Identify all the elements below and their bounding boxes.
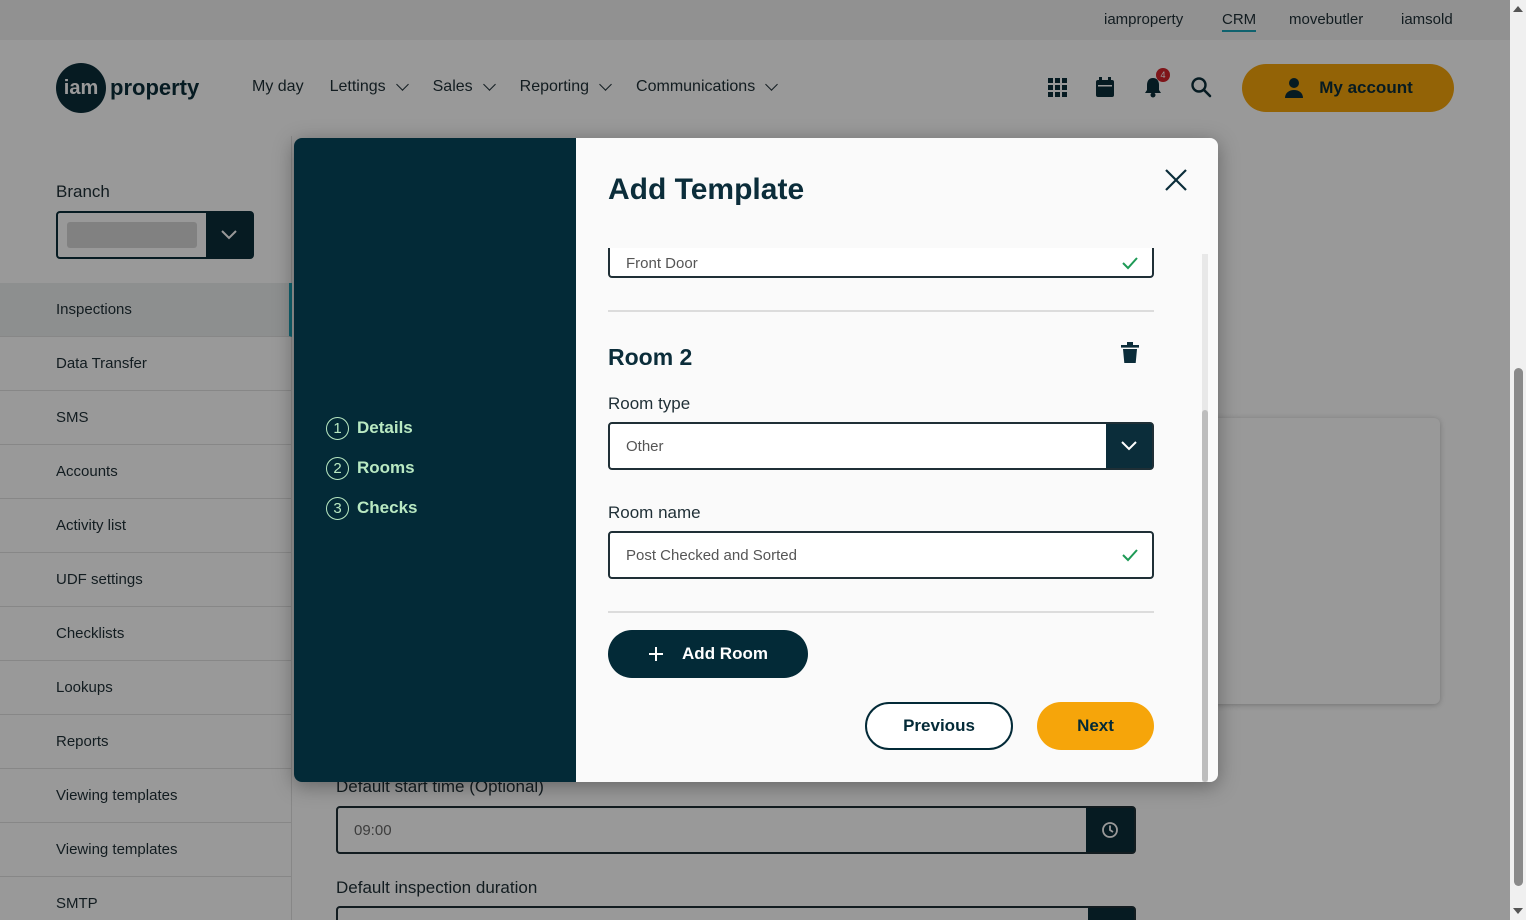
add-room-label: Add Room bbox=[682, 644, 768, 663]
room-2-heading: Room 2 bbox=[608, 344, 693, 370]
step-label: Details bbox=[357, 418, 413, 437]
room-name-input[interactable]: Post Checked and Sorted bbox=[608, 531, 1154, 579]
room-divider bbox=[608, 611, 1154, 613]
room-type-label: Room type bbox=[608, 394, 691, 413]
modal-scrollbar[interactable] bbox=[1202, 254, 1208, 782]
plus-icon bbox=[649, 647, 664, 661]
step-number: 3 bbox=[326, 496, 349, 520]
step-rooms[interactable]: 2 Rooms bbox=[326, 448, 417, 488]
step-label: Rooms bbox=[357, 458, 415, 477]
room-1-name-field[interactable]: Front Door bbox=[608, 248, 1154, 278]
room-divider bbox=[608, 310, 1154, 312]
add-room-button[interactable]: Add Room bbox=[608, 630, 808, 678]
room-1-name-value: Front Door bbox=[626, 254, 698, 272]
step-number: 2 bbox=[326, 456, 349, 480]
modal-steps-panel: 1 Details 2 Rooms 3 Checks bbox=[294, 138, 576, 782]
modal-title: Add Template bbox=[608, 173, 805, 206]
add-template-modal: 1 Details 2 Rooms 3 Checks Add Template Fro… bbox=[294, 138, 1218, 782]
delete-room-trash-icon[interactable] bbox=[1119, 341, 1141, 365]
previous-button[interactable]: Previous bbox=[865, 702, 1013, 750]
page-scrollbar[interactable] bbox=[1510, 0, 1526, 920]
room-type-dropdown-button[interactable] bbox=[1106, 424, 1152, 468]
room-type-select[interactable]: Other bbox=[608, 422, 1154, 470]
step-details[interactable]: 1 Details bbox=[326, 408, 417, 448]
step-number: 1 bbox=[326, 416, 349, 440]
scroll-up-arrow-icon[interactable] bbox=[1513, 6, 1523, 12]
step-checks[interactable]: 3 Checks bbox=[326, 488, 417, 528]
valid-check-icon bbox=[1108, 248, 1152, 270]
valid-check-icon bbox=[1108, 548, 1152, 562]
next-button[interactable]: Next bbox=[1037, 702, 1154, 750]
room-type-value: Other bbox=[626, 437, 664, 455]
scroll-down-arrow-icon[interactable] bbox=[1513, 908, 1523, 914]
step-list: 1 Details 2 Rooms 3 Checks bbox=[326, 408, 417, 528]
close-icon[interactable] bbox=[1162, 166, 1190, 194]
room-name-value: Post Checked and Sorted bbox=[626, 546, 797, 564]
modal-scrollbar-thumb[interactable] bbox=[1202, 410, 1208, 782]
modal-form-panel: Add Template Front Door Room 2 Room type… bbox=[576, 138, 1218, 782]
step-label: Checks bbox=[357, 498, 418, 517]
page-scrollbar-thumb[interactable] bbox=[1514, 368, 1523, 886]
chevron-down-icon bbox=[1121, 441, 1137, 451]
room-name-label: Room name bbox=[608, 503, 701, 522]
